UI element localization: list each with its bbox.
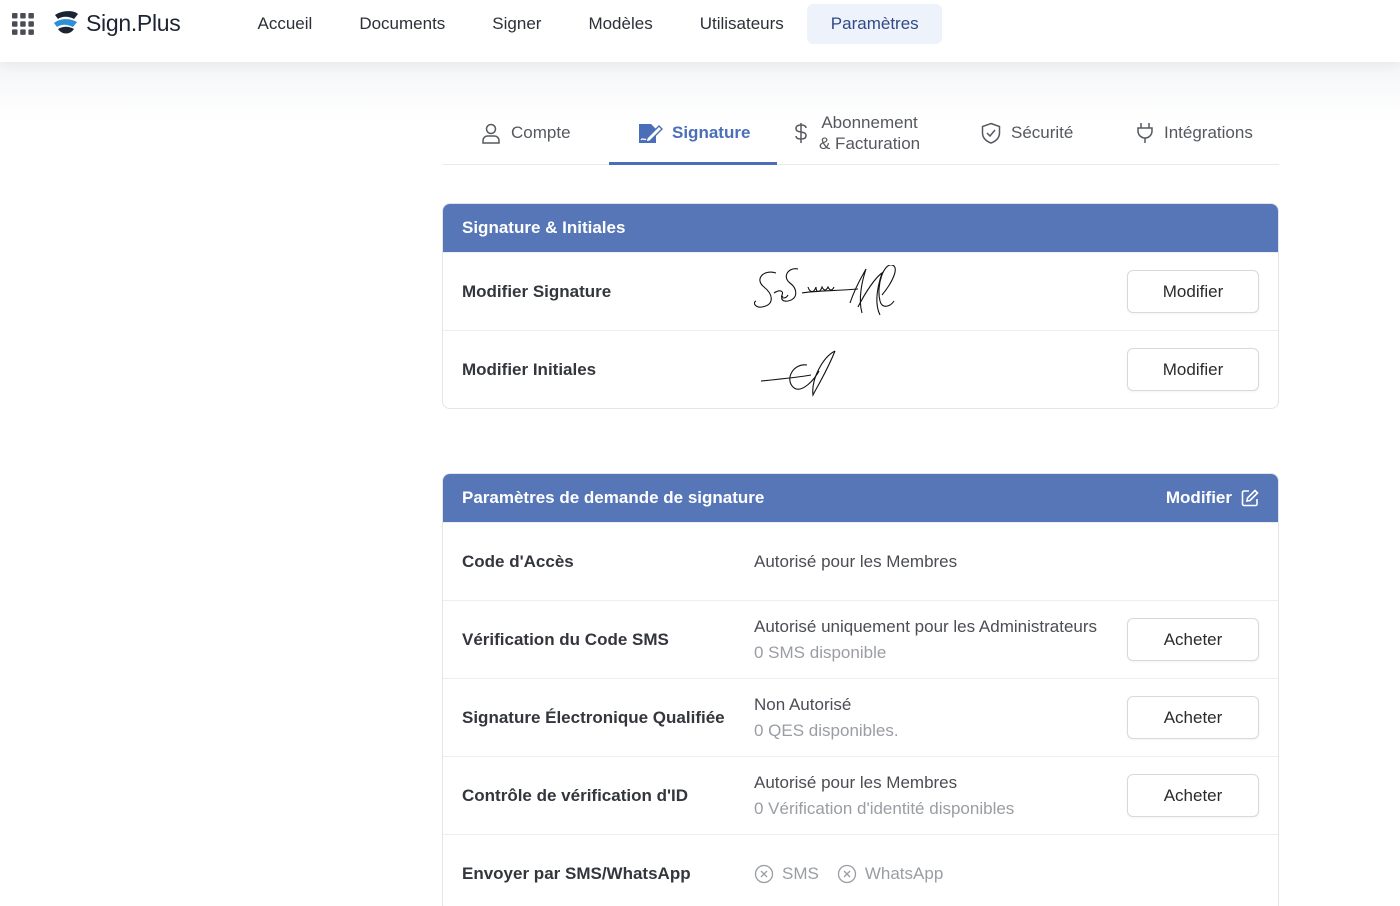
signature-card-header: Signature & Initiales (443, 204, 1278, 252)
initials-image (760, 350, 836, 397)
access-code-value: Autorisé pour les Membres (754, 551, 958, 571)
brand-name: Sign.Plus (86, 9, 181, 36)
qes-label: Signature Électronique Qualifiée (462, 707, 725, 727)
tab-securite[interactable]: Sécurité (980, 100, 1073, 165)
tab-securite-label: Sécurité (1011, 122, 1074, 142)
signature-pen-icon (639, 123, 663, 143)
active-tab-indicator (609, 162, 777, 165)
tab-signature-label: Signature (672, 122, 751, 142)
channel-whatsapp[interactable]: WhatsApp (837, 864, 943, 884)
request-settings-card: Paramètres de demande de signature Modif… (442, 473, 1279, 906)
settings-tabs: Compte Signature Abonnement & Facturatio… (442, 100, 1279, 165)
signature-card-title: Signature & Initiales (462, 218, 626, 237)
initials-row: Modifier Initiales Modifier (443, 330, 1278, 408)
id-verification-value: Autorisé pour les Membres (754, 772, 958, 792)
modifier-initiales-button[interactable]: Modifier (1127, 348, 1259, 391)
channel-sms-label: SMS (782, 863, 819, 883)
sms-verification-value: Autorisé uniquement pour les Administrat… (754, 616, 1098, 636)
circle-x-icon (754, 864, 774, 883)
qes-value: Non Autorisé (754, 694, 852, 714)
shield-check-icon (981, 122, 1001, 144)
tab-abonnement-label-line1: Abonnement (821, 112, 918, 132)
tab-integrations-label: Intégrations (1164, 122, 1253, 142)
access-code-label: Code d'Accès (462, 551, 574, 571)
qes-row: Signature Électronique Qualifiée Non Aut… (443, 678, 1278, 756)
tab-integrations[interactable]: Intégrations (1135, 100, 1253, 165)
user-icon (482, 123, 500, 144)
plug-icon (1137, 122, 1153, 143)
nav-item-documents[interactable]: Documents (336, 4, 469, 44)
tab-compte-label: Compte (511, 122, 571, 142)
channel-options: SMS WhatsApp (754, 835, 943, 906)
id-verification-label: Contrôle de vérification d'ID (462, 785, 689, 805)
sign-plus-logo-icon (54, 11, 78, 34)
buy-sms-button[interactable]: Acheter (1127, 618, 1259, 661)
qes-available-count: 0 QES disponibles. (754, 720, 899, 740)
brand-logo[interactable]: Sign.Plus (52, 9, 181, 37)
nav-item-signer[interactable]: Signer (469, 4, 565, 44)
send-by-sms-whatsapp-row: Envoyer par SMS/WhatsApp SMS WhatsApp (443, 834, 1278, 906)
request-card-title: Paramètres de demande de signature (462, 488, 765, 507)
nav-item-parametres[interactable]: Paramètres (807, 4, 943, 44)
app-grid-icon[interactable] (12, 13, 34, 35)
edit-icon (1241, 489, 1259, 507)
nav-item-accueil[interactable]: Accueil (234, 4, 336, 44)
signature-row-label: Modifier Signature (462, 281, 612, 301)
send-by-sms-whatsapp-label: Envoyer par SMS/WhatsApp (462, 863, 691, 883)
signature-row: Modifier Signature Modifier (443, 252, 1278, 330)
sms-verification-row: Vérification du Code SMS Autorisé unique… (443, 600, 1278, 678)
tab-abonnement-label-line2: & Facturation (819, 133, 921, 153)
channel-whatsapp-label: WhatsApp (864, 863, 944, 883)
buy-qes-button[interactable]: Acheter (1127, 696, 1259, 739)
sms-available-count: 0 SMS disponible (754, 642, 887, 662)
top-navigation-bar: Sign.Plus Accueil Documents Signer Modèl… (0, 0, 1400, 62)
id-verification-value-group: Autorisé pour les Membres 0 Vérification… (754, 757, 1014, 834)
circle-x-icon (837, 864, 856, 883)
request-card-header: Paramètres de demande de signature Modif… (443, 474, 1278, 522)
edit-request-settings-label: Modifier (1165, 488, 1232, 507)
channel-sms[interactable]: SMS (754, 864, 819, 884)
id-verification-available-count: 0 Vérification d'identité disponibles (754, 798, 1015, 818)
main-nav: Accueil Documents Signer Modèles Utilisa… (234, 4, 943, 44)
nav-item-utilisateurs[interactable]: Utilisateurs (676, 4, 807, 44)
dollar-icon (795, 122, 807, 143)
modifier-signature-button[interactable]: Modifier (1127, 270, 1259, 313)
initials-row-label: Modifier Initiales (462, 359, 597, 379)
signature-initials-card: Signature & Initiales Modifier Signature… (442, 203, 1279, 409)
signature-image (754, 265, 896, 316)
access-code-value-group: Autorisé pour les Membres (754, 523, 957, 600)
tab-signature[interactable]: Signature (637, 100, 750, 165)
nav-item-modeles[interactable]: Modèles (565, 4, 676, 44)
qes-value-group: Non Autorisé 0 QES disponibles. (754, 679, 899, 756)
tab-abonnement[interactable]: Abonnement & Facturation (792, 100, 920, 165)
buy-id-verification-button[interactable]: Acheter (1127, 774, 1259, 817)
sms-verification-label: Vérification du Code SMS (462, 629, 669, 649)
sms-verification-value-group: Autorisé uniquement pour les Administrat… (754, 601, 1097, 678)
id-verification-row: Contrôle de vérification d'ID Autorisé p… (443, 756, 1278, 834)
access-code-row: Code d'Accès Autorisé pour les Membres (443, 522, 1278, 600)
edit-request-settings-link[interactable]: Modifier (1166, 488, 1259, 508)
tab-compte[interactable]: Compte (480, 100, 571, 165)
